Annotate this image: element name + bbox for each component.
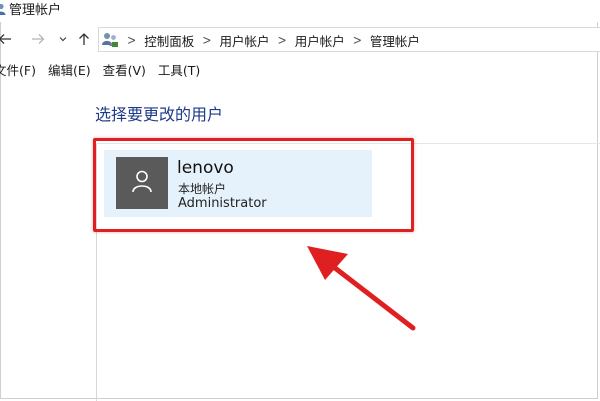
page-title: 选择要更改的用户: [95, 105, 224, 124]
users-icon: [0, 0, 6, 15]
breadcrumb: > 控制面板 > 用户帐户 > 用户帐户 > 管理帐户: [123, 31, 420, 50]
breadcrumb-separator[interactable]: >: [277, 33, 286, 49]
arrow-left-icon[interactable]: [0, 31, 13, 47]
breadcrumb-item-user-accounts-sub[interactable]: 用户帐户: [295, 31, 345, 50]
breadcrumb-item-manage-accounts[interactable]: 管理帐户: [370, 31, 420, 50]
annotation-highlight-box: [93, 138, 414, 232]
breadcrumb-separator[interactable]: >: [127, 33, 136, 49]
menu-view[interactable]: 查看(V): [103, 60, 146, 79]
breadcrumb-separator[interactable]: >: [202, 33, 211, 49]
arrow-right-icon[interactable]: [30, 31, 46, 47]
navigation-bar: > 控制面板 > 用户帐户 > 用户帐户 > 管理帐户: [0, 27, 600, 53]
chevron-down-icon[interactable]: [55, 31, 71, 47]
address-bar[interactable]: > 控制面板 > 用户帐户 > 用户帐户 > 管理帐户: [98, 27, 600, 52]
window-title: 管理帐户: [9, 3, 62, 18]
menu-file[interactable]: 文件(F): [0, 60, 36, 79]
menu-bar: 文件(F) 编辑(E) 查看(V) 工具(T): [0, 60, 212, 79]
annotation-arrow: [307, 246, 416, 331]
breadcrumb-item-user-accounts[interactable]: 用户帐户: [219, 31, 269, 50]
breadcrumb-item-control-panel[interactable]: 控制面板: [144, 31, 194, 50]
arrow-up-icon[interactable]: [76, 31, 92, 47]
control-panel-users-icon: [101, 31, 119, 48]
menu-tools[interactable]: 工具(T): [158, 60, 200, 79]
menu-edit[interactable]: 编辑(E): [48, 60, 91, 79]
breadcrumb-separator[interactable]: >: [353, 33, 362, 49]
title-bar: 管理帐户: [0, 0, 600, 22]
